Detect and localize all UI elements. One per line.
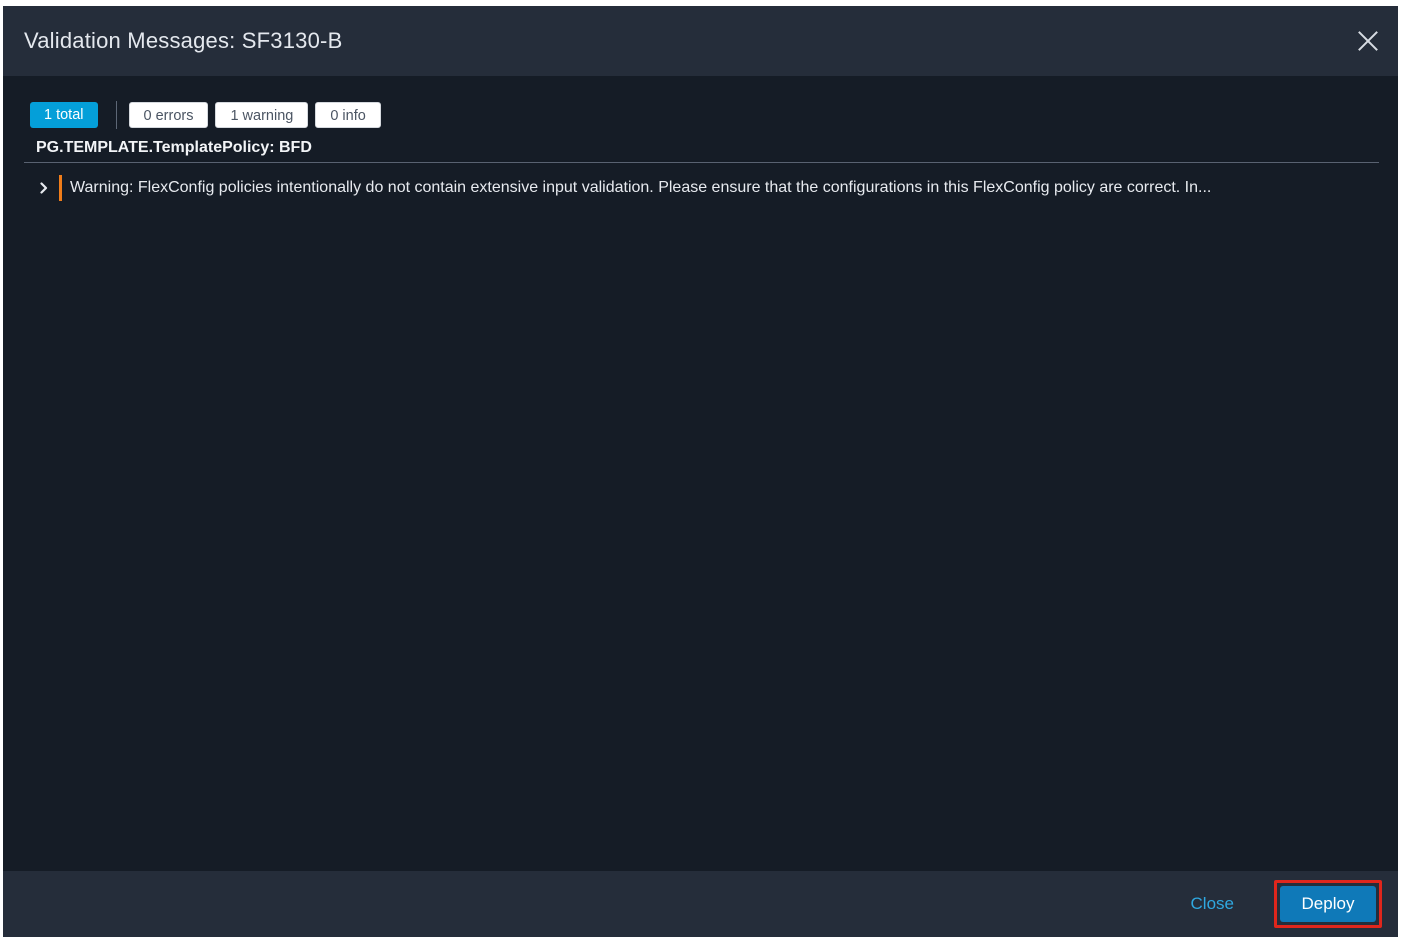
dialog-footer: Close Deploy <box>3 871 1398 937</box>
filter-divider <box>115 101 117 129</box>
dialog-body: 1 total 0 errors 1 warning 0 info PG.TEM… <box>3 76 1398 871</box>
dialog-title: Validation Messages: SF3130-B <box>24 28 343 53</box>
deploy-highlight: Deploy <box>1274 880 1382 928</box>
filter-bar: 1 total 0 errors 1 warning 0 info <box>24 101 1379 129</box>
filter-warnings-button[interactable]: 1 warning <box>215 102 309 128</box>
validation-dialog: Validation Messages: SF3130-B 1 total 0 … <box>3 6 1398 937</box>
message-row[interactable]: Warning: FlexConfig policies intentional… <box>24 173 1379 203</box>
close-icon[interactable] <box>1356 29 1380 53</box>
deploy-button[interactable]: Deploy <box>1280 886 1376 922</box>
warning-severity-bar <box>59 175 62 201</box>
chevron-right-icon[interactable] <box>29 173 59 203</box>
dialog-header: Validation Messages: SF3130-B <box>3 6 1398 76</box>
filter-total-button[interactable]: 1 total <box>30 102 98 128</box>
message-text: Warning: FlexConfig policies intentional… <box>70 179 1212 196</box>
filter-info-button[interactable]: 0 info <box>315 102 381 128</box>
policy-group-title: PG.TEMPLATE.TemplatePolicy: BFD <box>24 139 1379 163</box>
close-button[interactable]: Close <box>1185 893 1240 915</box>
filter-errors-button[interactable]: 0 errors <box>128 102 209 128</box>
